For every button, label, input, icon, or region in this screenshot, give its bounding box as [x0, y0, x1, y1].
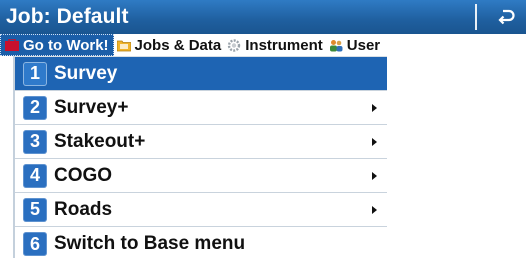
title-divider: [475, 4, 477, 30]
item-number-badge: 1: [23, 61, 47, 86]
menu-item-switch-to-base[interactable]: 6 Switch to Base menu: [15, 227, 387, 258]
tab-bar: Go to Work! Jobs & Data Instrument User: [0, 34, 526, 56]
user-icon: [329, 39, 343, 52]
menu-item-cogo[interactable]: 4 COGO: [15, 159, 387, 193]
tab-label: Jobs & Data: [134, 36, 222, 54]
tab-label: Go to Work!: [23, 36, 109, 54]
menu-item-label: Roads: [54, 198, 113, 220]
tab-instrument[interactable]: Instrument: [224, 34, 326, 56]
work-icon: [5, 37, 19, 52]
item-number-badge: 2: [23, 95, 47, 120]
gear-icon: [227, 38, 241, 52]
menu-item-label: Switch to Base menu: [54, 233, 246, 254]
item-number-badge: 3: [23, 129, 47, 154]
item-number-badge: 4: [23, 163, 47, 188]
submenu-arrow-icon: [372, 103, 377, 112]
folder-icon: [116, 39, 131, 52]
submenu-arrow-icon: [372, 137, 377, 146]
menu-item-survey-plus[interactable]: 2 Survey+: [15, 91, 387, 125]
menu-item-label: Survey: [54, 62, 118, 84]
main-menu: 1 Survey 2 Survey+ 3 Stakeout+ 4 COGO 5 …: [13, 56, 387, 258]
back-arrow-icon: [498, 9, 515, 25]
tab-label: User: [346, 36, 381, 54]
menu-item-survey[interactable]: 1 Survey: [15, 57, 387, 91]
tab-user[interactable]: User: [326, 34, 383, 56]
menu-item-label: COGO: [54, 164, 113, 186]
back-button[interactable]: [486, 0, 526, 34]
item-number-badge: 5: [23, 197, 47, 222]
submenu-arrow-icon: [372, 205, 377, 214]
menu-item-label: Survey+: [54, 96, 129, 118]
menu-item-stakeout-plus[interactable]: 3 Stakeout+: [15, 125, 387, 159]
tab-label: Instrument: [245, 36, 323, 54]
item-number-badge: 6: [23, 232, 47, 256]
tab-go-to-work[interactable]: Go to Work!: [0, 34, 114, 56]
tab-jobs-data[interactable]: Jobs & Data: [114, 34, 225, 56]
page-title: Job: Default: [6, 5, 129, 28]
menu-item-roads[interactable]: 5 Roads: [15, 193, 387, 227]
submenu-arrow-icon: [372, 171, 377, 180]
menu-item-label: Stakeout+: [54, 130, 146, 152]
title-bar: Job: Default: [0, 0, 526, 34]
